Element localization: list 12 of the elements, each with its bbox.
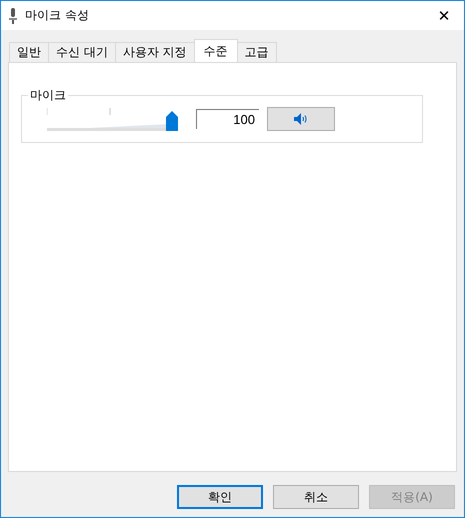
group-title: 마이크	[28, 87, 68, 104]
speaker-icon	[294, 113, 308, 125]
tab[interactable]: 고급	[236, 42, 277, 62]
dialog-button[interactable]: 확인	[177, 485, 263, 509]
dialog-button[interactable]: 취소	[273, 485, 359, 509]
tab[interactable]: 일반	[9, 42, 49, 62]
mute-button[interactable]	[267, 107, 335, 131]
microphone-icon	[9, 8, 17, 24]
close-button[interactable]: ✕	[424, 1, 464, 30]
window-title: 마이크 속성	[25, 7, 90, 24]
tab[interactable]: 수준	[194, 39, 238, 62]
level-field[interactable]: 100	[196, 109, 259, 129]
